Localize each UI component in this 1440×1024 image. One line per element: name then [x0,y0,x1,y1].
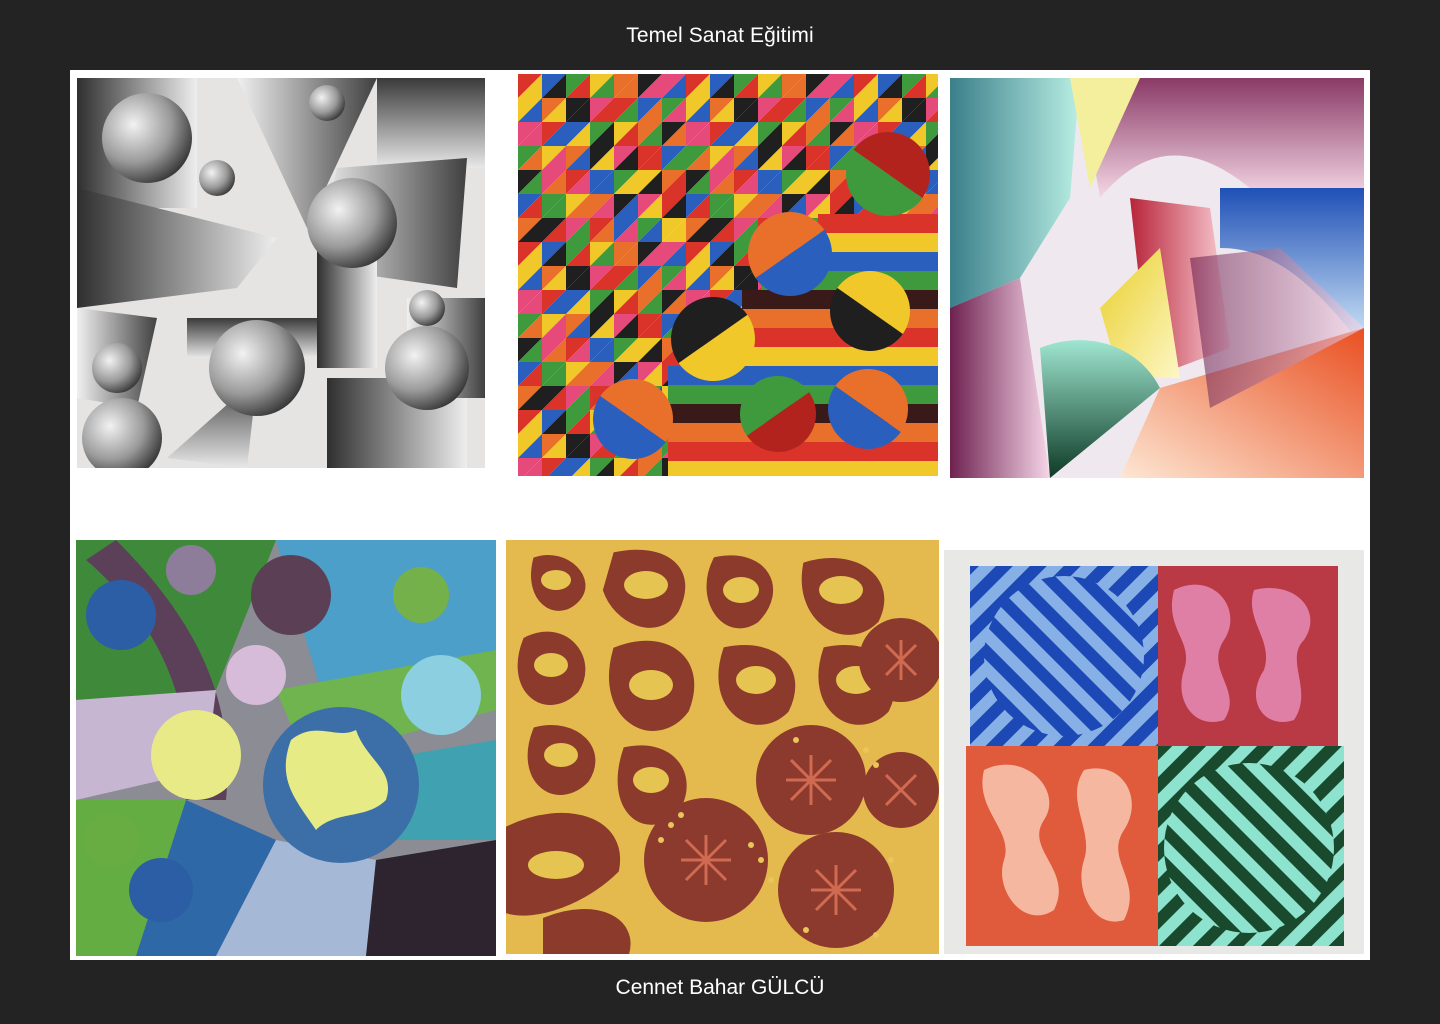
page-caption: Cennet Bahar GÜLCÜ [615,976,825,999]
artwork-triangle-grid[interactable] [518,74,938,476]
artwork-gradient-abstract[interactable] [950,78,1364,478]
artwork-circles-bands[interactable] [76,540,496,956]
artwork-gallery [70,70,1370,960]
artwork-organic-shapes[interactable] [506,540,939,954]
page-title: Temel Sanat Eğitimi [626,24,814,47]
artwork-four-panel-pattern[interactable] [944,550,1364,954]
artwork-pencil-shading[interactable] [77,78,485,468]
